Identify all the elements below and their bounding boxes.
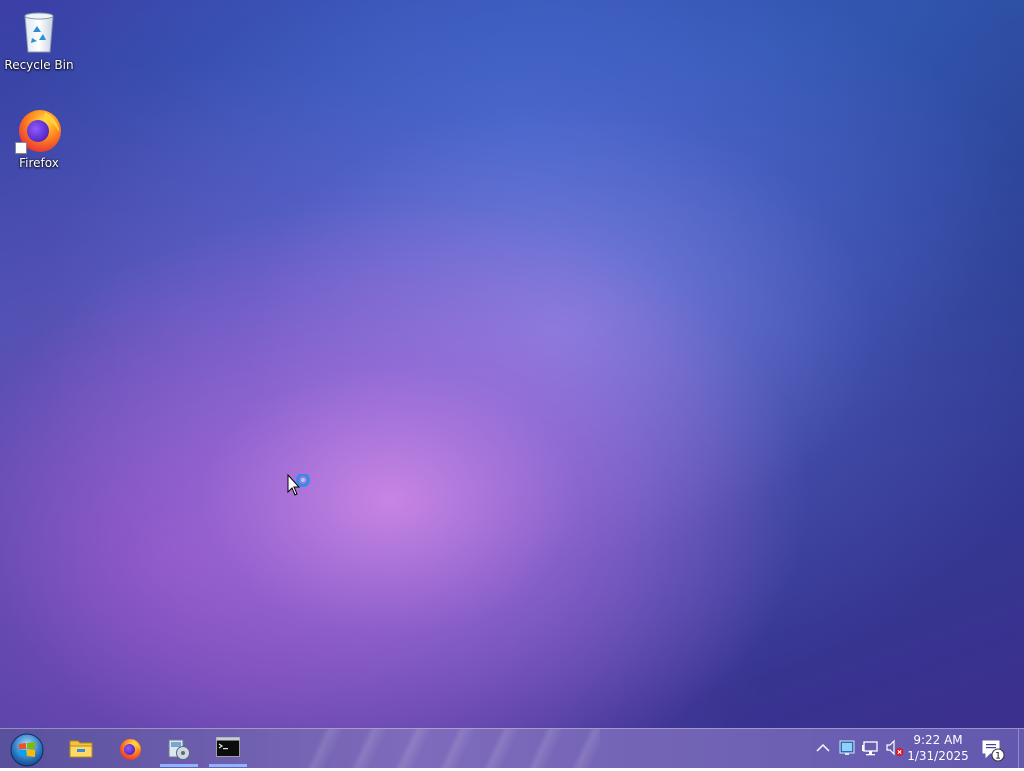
- taskbar-installer-button[interactable]: [158, 730, 200, 767]
- volume-muted-icon: [886, 739, 904, 756]
- windows-start-orb-icon: [10, 733, 44, 767]
- clock-date: 1/31/2025: [907, 749, 969, 763]
- notification-icon: 1: [982, 740, 1005, 762]
- action-center-button[interactable]: 1: [978, 735, 1006, 763]
- clock-time: 9:22 AM: [913, 733, 963, 747]
- start-button[interactable]: [6, 731, 46, 767]
- desktop-icon-recycle-bin[interactable]: Recycle Bin: [1, 8, 77, 72]
- taskbar-file-explorer-button[interactable]: [60, 730, 102, 767]
- recycle-bin-icon: [15, 8, 63, 56]
- tray-network[interactable]: [861, 737, 881, 759]
- taskbar: 9:22 AM 1/31/2025 1: [0, 728, 1024, 769]
- network-icon: [862, 741, 878, 756]
- taskbar-command-prompt-button[interactable]: [207, 730, 249, 767]
- file-explorer-icon: [69, 740, 93, 758]
- show-hidden-icons-button[interactable]: [813, 737, 833, 759]
- busy-cursor-icon: [287, 473, 317, 500]
- desktop-icon-firefox[interactable]: Firefox: [1, 106, 77, 170]
- show-hidden-icons-chevron-icon: [816, 743, 830, 752]
- desktop: Recycle Bin Firefox: [0, 0, 1024, 728]
- command-prompt-icon: [216, 737, 240, 757]
- taskbar-clock[interactable]: 9:22 AM 1/31/2025: [905, 732, 971, 764]
- tray-network-monitor[interactable]: [837, 737, 857, 759]
- firefox-icon: [120, 739, 141, 760]
- tray-volume[interactable]: [885, 737, 905, 759]
- installer-disk-icon: [168, 739, 190, 760]
- network-monitor-icon: [839, 740, 855, 755]
- show-desktop-button[interactable]: [1018, 729, 1024, 769]
- desktop-icon-label: Firefox: [19, 156, 59, 170]
- firefox-icon: [15, 106, 63, 154]
- desktop-icon-label: Recycle Bin: [4, 58, 74, 72]
- taskbar-firefox-button[interactable]: [109, 730, 151, 767]
- shortcut-arrow-icon: [15, 142, 27, 154]
- notification-count: 1: [995, 752, 1001, 762]
